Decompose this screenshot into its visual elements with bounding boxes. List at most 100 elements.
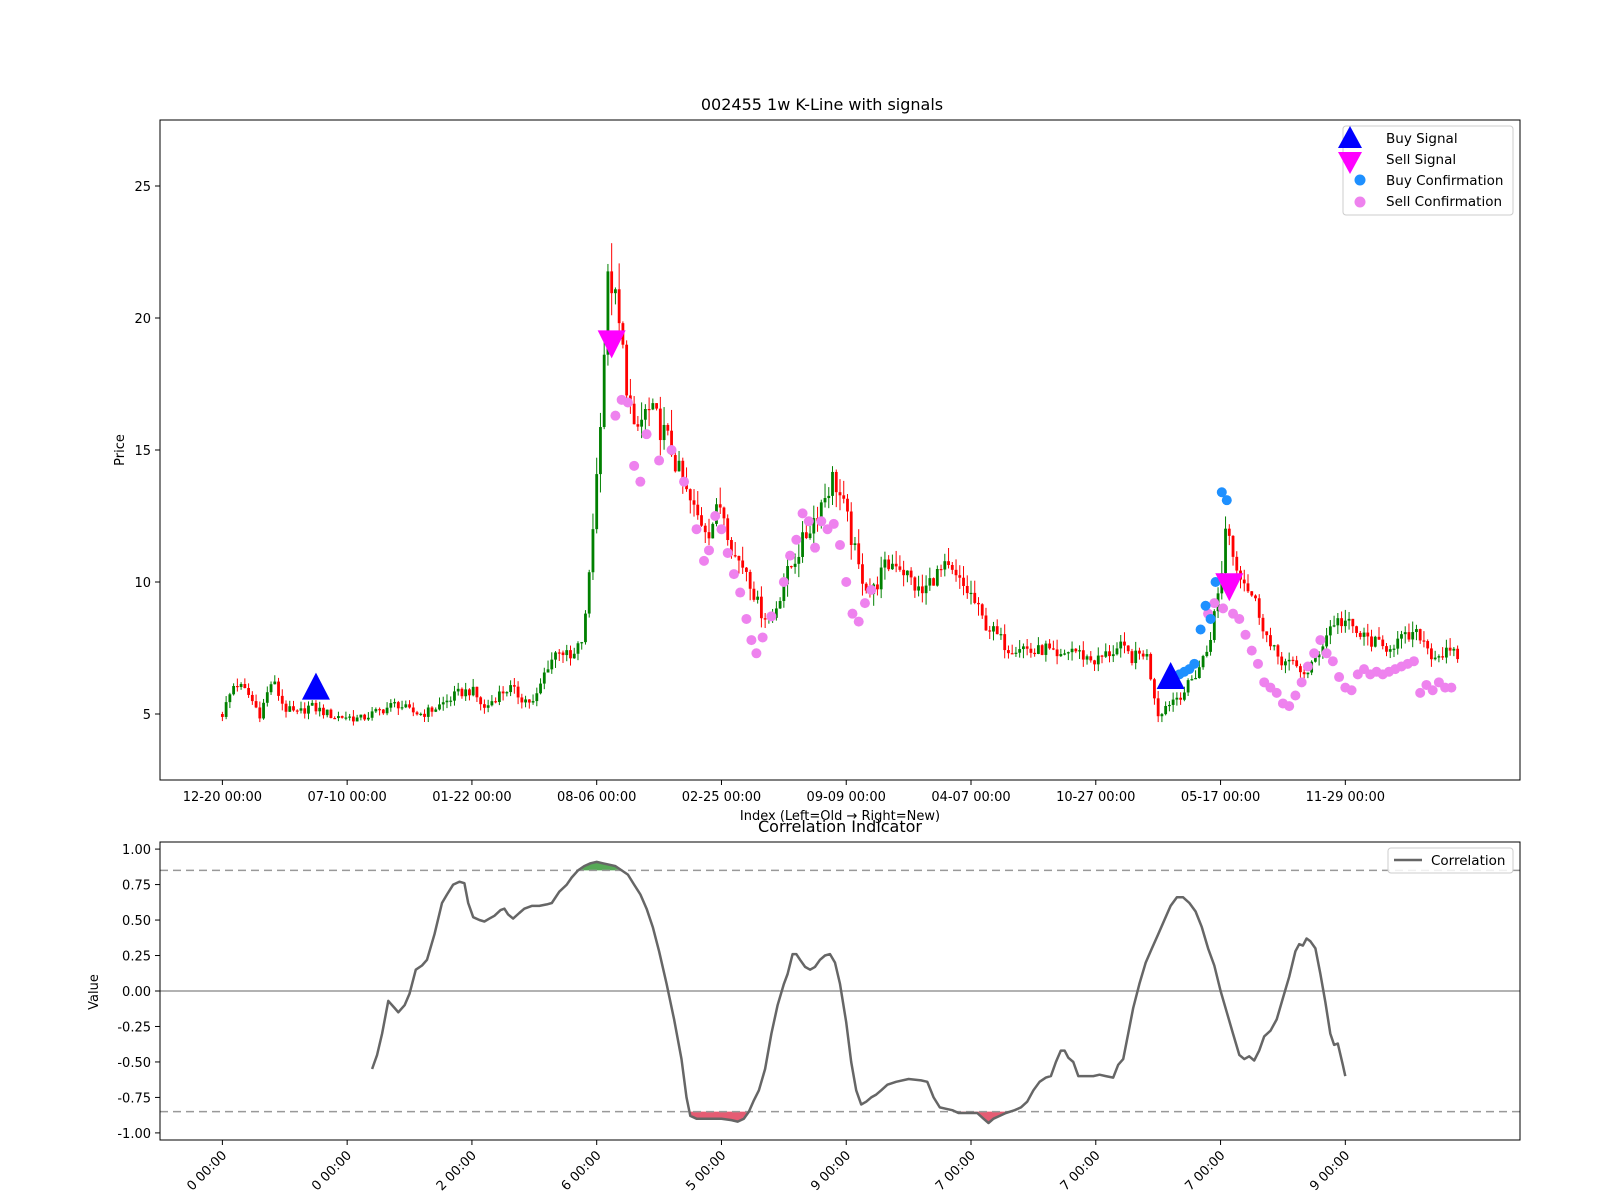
candle-body — [1261, 617, 1265, 632]
correlation-legend: Correlation — [1387, 847, 1514, 874]
candle-body — [1070, 648, 1074, 653]
candle-body — [542, 672, 546, 684]
correlation-y-tick-label: 0.50 — [122, 914, 151, 929]
candle-body — [965, 585, 969, 594]
candle-body — [789, 566, 793, 568]
candle-body — [340, 716, 344, 718]
candle-body — [351, 716, 355, 722]
candle-body — [479, 697, 483, 705]
candle-body — [1426, 641, 1430, 649]
correlation-x-ticks: 0 00:00 0 00:00 2 00:00 6 00:00 5 00:00 9 00:… — [184, 1140, 1353, 1194]
candle-body — [625, 344, 629, 396]
sell-confirmation-dot — [728, 569, 739, 580]
candle-body — [404, 704, 408, 708]
candle-body — [883, 559, 887, 568]
candle-body — [1433, 657, 1437, 660]
candle-body — [1415, 629, 1418, 633]
kline-y-tick-label: 20 — [134, 312, 151, 327]
candle-body — [1197, 667, 1201, 679]
candle-body — [1227, 528, 1231, 536]
candle-body — [393, 702, 396, 704]
candle-body — [655, 403, 658, 409]
candle-body — [827, 495, 831, 499]
correlation-y-tick-label: -0.50 — [117, 1056, 151, 1071]
candle-body — [329, 709, 333, 719]
candle-body — [464, 689, 468, 697]
candle-body — [516, 686, 520, 698]
correlation-y-tick-label: 1.00 — [122, 843, 151, 858]
candle-body — [228, 694, 232, 703]
candle-body — [359, 714, 363, 718]
candle-body — [1167, 704, 1171, 707]
candle-body — [1190, 679, 1194, 681]
candle-body — [1145, 654, 1149, 657]
candle-body — [1130, 651, 1134, 664]
candle-body — [834, 471, 838, 493]
candle-body — [527, 699, 531, 703]
candle-body — [1235, 556, 1239, 571]
candle-body — [640, 419, 644, 427]
candle-body — [1291, 659, 1295, 662]
candle-body — [483, 704, 486, 708]
candle-body — [531, 701, 535, 703]
candle-body — [1332, 625, 1336, 627]
candle-body — [408, 704, 411, 708]
candle-body — [288, 706, 292, 712]
sell-confirmation-dot — [1290, 690, 1301, 701]
candle-body — [1066, 652, 1070, 654]
candle-body — [344, 717, 348, 719]
candle-body — [759, 596, 763, 619]
kline-title: 002455 1w K-Line with signals — [701, 95, 943, 114]
correlation-x-tick-label: 7 00:00 — [933, 1148, 979, 1194]
sell-signal-marker — [597, 330, 626, 359]
sell-confirmation-dot — [816, 516, 827, 527]
sell-confirmation-dot — [859, 598, 870, 609]
candle-body — [1257, 598, 1261, 618]
sell-confirmation-dot — [797, 508, 808, 519]
candle-body — [557, 652, 561, 654]
candle-body — [1205, 651, 1209, 657]
candle-body — [891, 563, 894, 570]
buy-confirmation-legend-icon — [1354, 174, 1366, 186]
sell-confirmation-dot — [635, 476, 646, 487]
candle-body — [977, 602, 980, 605]
sell-confirmation-dot — [1302, 661, 1313, 672]
candle-body — [1104, 651, 1108, 657]
candle-body — [726, 518, 730, 541]
candle-body — [576, 643, 580, 654]
sell-confirmation-dot — [1334, 672, 1345, 683]
candle-body — [1400, 634, 1403, 639]
candle-body — [1044, 643, 1048, 655]
candle-body — [1287, 659, 1291, 662]
candle-body — [1299, 666, 1302, 673]
candle-body — [722, 507, 726, 519]
candle-body — [303, 708, 307, 714]
candle-body — [1328, 626, 1332, 636]
candle-body — [310, 702, 314, 706]
candle-body — [1010, 653, 1014, 655]
candle-body — [1100, 655, 1104, 657]
candle-body — [318, 707, 322, 712]
kline-x-tick-label: 12-20 00:00 — [183, 790, 262, 805]
sell-confirmation-dot — [803, 516, 814, 527]
sell-confirmation-dot — [746, 635, 757, 646]
kline-x-ticks: 12-20 00:00 07-10 00:00 01-22 00:00 08-06 0… — [183, 780, 1385, 805]
candle-body — [374, 709, 378, 712]
candle-body — [1007, 650, 1010, 654]
candle-body — [1448, 647, 1452, 651]
candle-body — [325, 709, 329, 716]
legend-sell-confirmation: Sell Confirmation — [1386, 194, 1502, 210]
sell-confirmation-dot — [757, 632, 768, 643]
candle-body — [277, 681, 280, 696]
candle-body — [1280, 656, 1284, 666]
candle-body — [389, 703, 393, 708]
confirmation-layer — [610, 394, 1457, 712]
candle-body — [602, 354, 606, 428]
candle-body — [505, 692, 509, 694]
candle-body — [1134, 650, 1138, 664]
candle-body — [569, 650, 572, 659]
candle-body — [441, 702, 445, 705]
candle-body — [1456, 648, 1460, 660]
candle-body — [239, 684, 243, 688]
correlation-x-tick-label: 5 00:00 — [683, 1148, 729, 1194]
